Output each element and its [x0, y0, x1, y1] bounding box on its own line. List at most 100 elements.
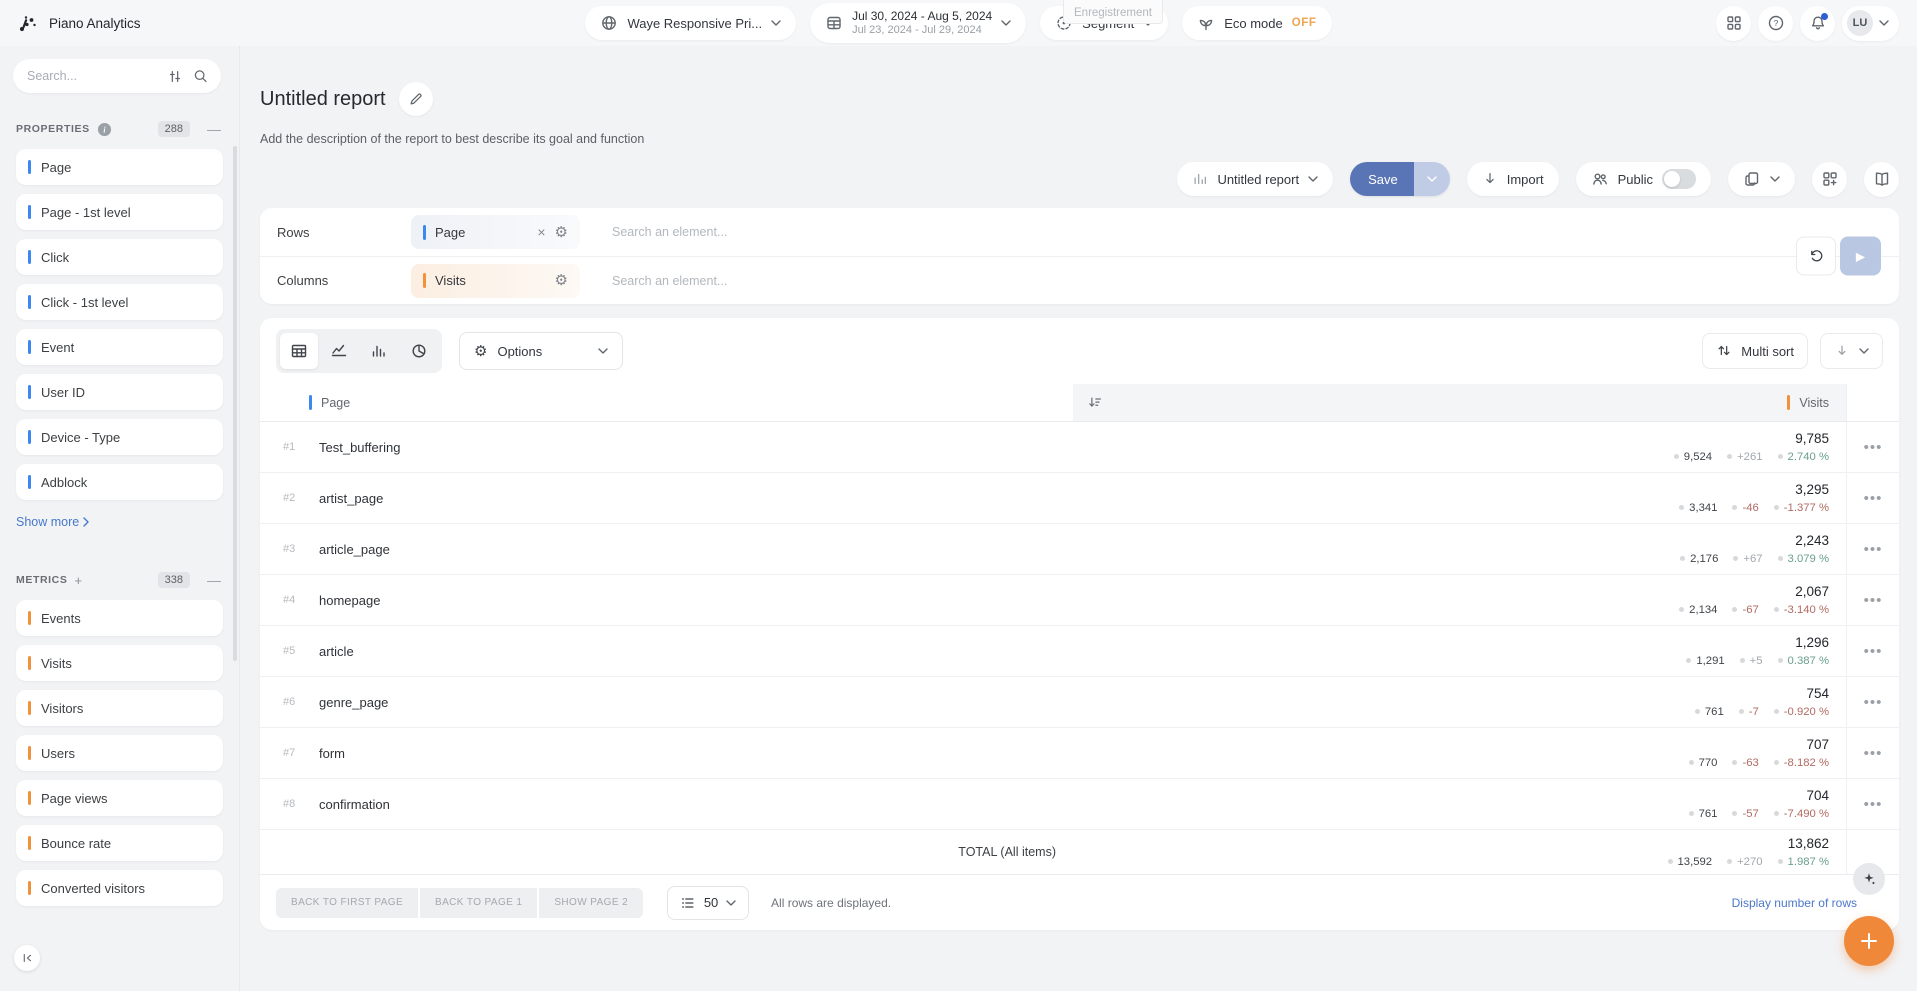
report-description-hint[interactable]: Add the description of the report to bes… [260, 132, 1899, 146]
search-input[interactable] [27, 69, 157, 83]
add-metric-icon[interactable]: + [74, 573, 82, 588]
plus-icon [1858, 930, 1880, 952]
sidebar-scrollbar[interactable] [233, 146, 237, 661]
property-item[interactable]: User ID [16, 374, 223, 410]
rows-search-input[interactable] [612, 225, 932, 239]
row-actions-button[interactable]: ••• [1864, 745, 1883, 762]
row-actions-button[interactable]: ••• [1864, 592, 1883, 609]
metric-label: Users [41, 746, 75, 761]
search-icon[interactable] [193, 68, 209, 85]
visits-value: 754 [1806, 686, 1829, 702]
display-number-of-rows-link[interactable]: Display number of rows [1732, 896, 1857, 910]
property-item[interactable]: Event [16, 329, 223, 365]
rows-per-page-select[interactable]: 50 [667, 886, 749, 920]
remove-chip-icon[interactable]: × [537, 224, 545, 240]
row-actions-button[interactable]: ••• [1864, 643, 1883, 660]
property-item[interactable]: Adblock [16, 464, 223, 500]
back-to-page-1-button[interactable]: BACK TO PAGE 1 [420, 888, 537, 918]
row-actions-button[interactable]: ••• [1864, 439, 1883, 456]
metric-item[interactable]: Converted visitors [16, 870, 223, 906]
percent-change: -7.490 % [1784, 808, 1829, 820]
previous-value: 9,524 [1684, 451, 1712, 463]
back-to-first-page-button[interactable]: BACK TO FIRST PAGE [276, 888, 418, 918]
visits-column-header[interactable]: Visits [1073, 384, 1846, 421]
property-item[interactable]: Page - 1st level [16, 194, 223, 230]
multi-sort-button[interactable]: Multi sort [1702, 333, 1808, 369]
user-menu[interactable]: LU [1842, 6, 1899, 41]
collapse-section-icon[interactable]: — [207, 572, 221, 588]
table-row[interactable]: #6 genre_page 754 761 -7 -0.920 % ••• [260, 677, 1899, 728]
compare-dot [1668, 859, 1673, 864]
help-button[interactable]: ? [1758, 6, 1793, 41]
info-icon[interactable]: i [97, 122, 112, 137]
edit-title-button[interactable] [399, 82, 433, 116]
eco-mode-toggle[interactable]: Eco mode OFF [1182, 6, 1331, 40]
property-item[interactable]: Page [16, 149, 223, 185]
page-name: article [319, 644, 354, 659]
table-row[interactable]: #1 Test_buffering 9,785 9,524 +261 2.740… [260, 422, 1899, 473]
show-more-link[interactable]: Show more [16, 515, 89, 529]
metric-item[interactable]: Page views [16, 780, 223, 816]
export-button[interactable] [1820, 333, 1883, 369]
table-row[interactable]: #8 confirmation 704 761 -57 -7.490 % ••• [260, 779, 1899, 830]
metric-item[interactable]: Events [16, 600, 223, 636]
public-toggle-pill[interactable]: Public [1576, 162, 1711, 196]
date-range-selector[interactable]: Jul 30, 2024 - Aug 5, 2024 Jul 23, 2024 … [810, 3, 1026, 43]
column-chip-visits[interactable]: Visits ⚙ [411, 264, 580, 298]
table-row[interactable]: #7 form 707 770 -63 -8.182 % ••• [260, 728, 1899, 779]
duplicate-button[interactable] [1728, 162, 1795, 196]
assistant-wand-button[interactable] [1853, 863, 1885, 895]
gear-icon[interactable]: ⚙ [555, 273, 568, 288]
property-item[interactable]: Click - 1st level [16, 284, 223, 320]
bar-chart-view-button[interactable] [360, 333, 398, 369]
save-options-button[interactable] [1414, 162, 1450, 196]
show-page-2-button[interactable]: SHOW PAGE 2 [539, 888, 643, 918]
options-dropdown[interactable]: ⚙ Options [459, 332, 623, 370]
row-chip-page[interactable]: Page × ⚙ [411, 215, 580, 249]
add-widget-button[interactable] [1812, 162, 1847, 197]
site-selector[interactable]: Waye Responsive Pri... [585, 6, 796, 40]
gear-icon[interactable]: ⚙ [555, 225, 568, 240]
row-actions-button[interactable]: ••• [1864, 541, 1883, 558]
sort-arrows-icon [1716, 343, 1732, 359]
line-chart-icon [330, 342, 348, 360]
apps-grid-button[interactable] [1716, 6, 1751, 41]
row-actions-button[interactable]: ••• [1864, 490, 1883, 507]
compare-dot [1774, 505, 1779, 510]
calendar-icon [825, 14, 843, 32]
notifications-button[interactable] [1800, 6, 1835, 41]
help-icon: ? [1767, 14, 1785, 32]
row-actions-button[interactable]: ••• [1864, 694, 1883, 711]
pie-chart-view-button[interactable] [400, 333, 438, 369]
property-item[interactable]: Click [16, 239, 223, 275]
save-button[interactable]: Save [1350, 162, 1414, 196]
library-button[interactable] [1864, 162, 1899, 197]
import-button[interactable]: Import [1467, 162, 1559, 196]
table-row[interactable]: #2 artist_page 3,295 3,341 -46 -1.377 % … [260, 473, 1899, 524]
metric-label: Events [41, 611, 81, 626]
sidebar-search[interactable] [13, 59, 221, 93]
public-toggle[interactable] [1662, 169, 1696, 189]
collapse-sidebar-button[interactable] [14, 945, 40, 971]
add-fab-button[interactable] [1844, 916, 1894, 966]
collapse-section-icon[interactable]: — [207, 121, 221, 137]
filter-sliders-icon[interactable] [167, 68, 183, 85]
report-selector[interactable]: Untitled report [1177, 162, 1333, 196]
table-row[interactable]: #4 homepage 2,067 2,134 -67 -3.140 % ••• [260, 575, 1899, 626]
metric-item[interactable]: Bounce rate [16, 825, 223, 861]
metric-item[interactable]: Visits [16, 645, 223, 681]
property-item[interactable]: Device - Type [16, 419, 223, 455]
page-column-header[interactable]: Page [260, 384, 1073, 421]
view-switcher [276, 329, 442, 373]
metric-item[interactable]: Visitors [16, 690, 223, 726]
row-actions-button[interactable]: ••• [1864, 796, 1883, 813]
previous-value: 2,134 [1689, 604, 1717, 616]
table-row[interactable]: #3 article_page 2,243 2,176 +67 3.079 % … [260, 524, 1899, 575]
columns-search-input[interactable] [612, 274, 932, 288]
table-view-button[interactable] [280, 333, 318, 369]
run-query-button[interactable]: ▶ [1840, 237, 1881, 276]
reset-button[interactable] [1796, 237, 1836, 276]
table-row[interactable]: #5 article 1,296 1,291 +5 0.387 % ••• [260, 626, 1899, 677]
metric-item[interactable]: Users [16, 735, 223, 771]
line-chart-view-button[interactable] [320, 333, 358, 369]
